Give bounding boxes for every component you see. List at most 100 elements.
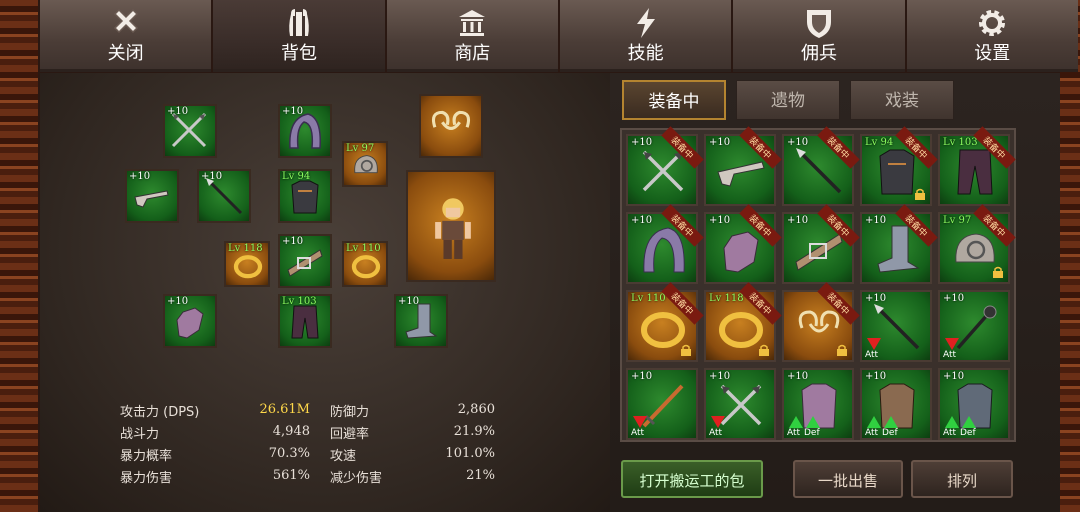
stat-value: 4,948 — [272, 424, 310, 439]
character-portrait — [406, 170, 496, 282]
hood-icon — [289, 113, 321, 149]
tab-costumes[interactable]: 戏装 — [850, 80, 954, 120]
inventory-item[interactable]: Lv 118 装备中 — [704, 282, 782, 362]
tab-equipped[interactable]: 装备中 — [622, 80, 726, 120]
item-level: +10 — [865, 215, 887, 226]
inventory-item[interactable]: +10 Att Def — [782, 368, 854, 440]
equip-slot-pistol[interactable]: +10 — [125, 169, 179, 223]
close-icon — [113, 8, 138, 34]
att-label: Att — [865, 428, 879, 438]
lock-icon — [915, 188, 925, 200]
mercenary-shield-icon — [806, 10, 831, 38]
boots-icon — [405, 303, 438, 339]
item-level: +10 — [787, 371, 809, 382]
equip-slot-weapon[interactable]: +10 — [163, 104, 217, 158]
inventory-item[interactable]: +10 装备中 — [782, 126, 860, 206]
sort-button[interactable]: 排列 — [911, 460, 1013, 498]
lock-icon — [837, 344, 847, 356]
equip-slot-pants[interactable]: Lv 103 — [278, 294, 332, 348]
inventory-item[interactable]: +10 装备中 — [626, 126, 704, 206]
inventory-grid: +10 装备中 +10 装备中 +10 装备中 Lv 94 装备中 Lv 103 装备中 +10 装备… — [620, 126, 1016, 442]
pants-icon — [291, 305, 319, 339]
armor-icon — [291, 180, 319, 214]
inventory-item[interactable]: Lv 103 装备中 — [938, 126, 1016, 206]
item-level: Lv 103 — [943, 137, 978, 148]
hero-avatar-icon — [435, 198, 471, 259]
pistol-icon — [134, 190, 169, 208]
equip-slot-ring-left[interactable]: Lv 118 — [224, 241, 270, 287]
inventory-item[interactable]: +10 Att Def — [860, 368, 932, 440]
bulk-sell-button[interactable]: 一批出售 — [793, 460, 903, 498]
defense-up-arrow-icon — [806, 416, 820, 428]
defense-up-arrow-icon — [884, 416, 898, 428]
shop-icon — [459, 10, 486, 36]
inventory-item[interactable]: +10 Att — [626, 368, 698, 440]
attack-down-arrow-icon — [633, 416, 647, 428]
ring-icon — [233, 255, 263, 279]
equip-slot-amulet[interactable] — [419, 94, 483, 158]
stat-label: 攻速 — [330, 449, 357, 464]
gloves-icon — [176, 307, 204, 339]
tab-settings[interactable]: 设置 — [906, 0, 1078, 72]
stat-value: 561% — [272, 468, 310, 483]
def-label: Def — [804, 428, 820, 438]
tab-skill[interactable]: 技能 — [559, 0, 732, 72]
inventory-item[interactable]: +10 装备中 — [704, 126, 782, 206]
lock-icon — [681, 344, 691, 356]
belt-icon — [287, 249, 323, 277]
inventory-item[interactable]: +10 装备中 — [704, 204, 782, 284]
stat-label: 暴力概率 — [120, 449, 173, 464]
tab-backpack[interactable]: 背包 — [213, 0, 385, 72]
att-label: Att — [865, 350, 879, 360]
att-label: Att — [943, 428, 957, 438]
stat-label: 回避率 — [330, 427, 370, 442]
left-border-decoration — [0, 0, 38, 512]
inventory-item[interactable]: +10 装备中 — [782, 204, 860, 284]
item-level: +10 — [631, 137, 653, 148]
equip-slot-shoulder[interactable]: Lv 97 — [342, 141, 388, 187]
inventory-item[interactable]: +10 Att Def — [938, 368, 1010, 440]
equip-slot-armor[interactable]: Lv 94 — [278, 169, 332, 223]
tab-label: 背包 — [280, 43, 317, 64]
open-porter-bag-button[interactable]: 打开搬运工的包 — [621, 460, 763, 498]
inventory-item[interactable]: 装备中 — [782, 282, 860, 362]
inventory-item[interactable]: Lv 97 装备中 — [938, 204, 1016, 284]
ring-icon — [351, 255, 381, 279]
inventory-item[interactable]: +10 Att — [938, 290, 1010, 362]
item-level: +10 — [943, 293, 965, 304]
item-level: +10 — [787, 215, 809, 226]
stat-label: 减少伤害 — [330, 471, 383, 486]
equip-slot-spear[interactable]: +10 — [197, 169, 251, 223]
inventory-item[interactable]: +10 Att — [704, 368, 776, 440]
tab-label: 设置 — [974, 43, 1011, 64]
item-level: +10 — [943, 371, 965, 382]
attack-up-arrow-icon — [867, 416, 881, 428]
inventory-item[interactable]: Lv 110 装备中 — [626, 282, 704, 362]
att-label: Att — [631, 428, 645, 438]
inventory-item[interactable]: +10 装备中 — [860, 204, 938, 284]
item-level: Lv 94 — [865, 137, 894, 148]
spear-icon — [206, 178, 243, 215]
inventory-item[interactable]: +10 装备中 — [626, 204, 704, 284]
tab-shop[interactable]: 商店 — [386, 0, 558, 72]
equip-slot-belt[interactable]: +10 — [278, 234, 332, 288]
att-label: Att — [709, 428, 723, 438]
item-level: Lv 97 — [943, 215, 972, 226]
equip-slot-gloves[interactable]: +10 — [163, 294, 217, 348]
item-level: +10 — [865, 293, 887, 304]
gear-icon — [979, 10, 1006, 36]
equip-slot-helmet[interactable]: +10 — [278, 104, 332, 158]
item-level: +10 — [709, 215, 731, 226]
tab-label: 佣兵 — [800, 43, 837, 64]
attack-down-arrow-icon — [867, 338, 881, 350]
tab-relics[interactable]: 遗物 — [736, 80, 840, 120]
equip-slot-ring-right[interactable]: Lv 110 — [342, 241, 388, 287]
stat-value: 21.9% — [453, 424, 495, 439]
tab-mercenary[interactable]: 佣兵 — [733, 0, 905, 72]
equip-slot-boots[interactable]: +10 — [394, 294, 448, 348]
attack-up-arrow-icon — [945, 416, 959, 428]
inventory-item[interactable]: Lv 94 装备中 — [860, 126, 938, 206]
inventory-item[interactable]: +10 Att — [860, 290, 932, 362]
tab-close[interactable]: 关闭 — [40, 0, 212, 72]
stat-value: 2,860 — [457, 402, 495, 417]
